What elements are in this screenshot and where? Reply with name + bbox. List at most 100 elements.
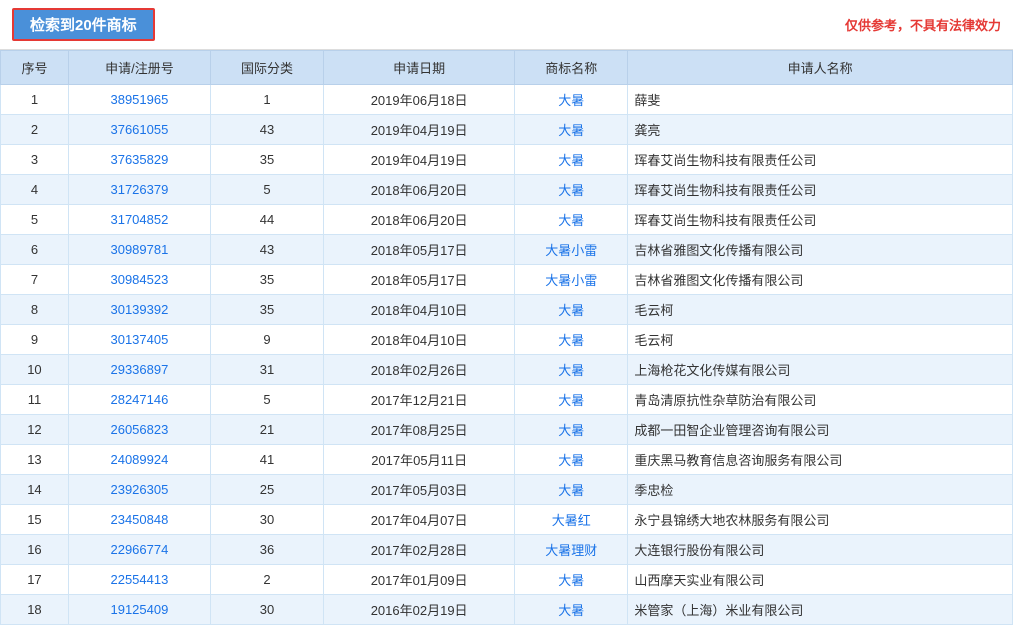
cell-tm[interactable]: 大暑 — [515, 175, 628, 205]
regno-link[interactable]: 24089924 — [110, 452, 168, 467]
cell-date: 2018年02月26日 — [324, 355, 515, 385]
cell-applicant: 上海枪花文化传媒有限公司 — [628, 355, 1013, 385]
cell-regno[interactable]: 37635829 — [68, 145, 210, 175]
cell-tm[interactable]: 大暑 — [515, 85, 628, 115]
cell-tm[interactable]: 大暑 — [515, 595, 628, 625]
cell-tm[interactable]: 大暑 — [515, 475, 628, 505]
cell-tm[interactable]: 大暑 — [515, 205, 628, 235]
regno-link[interactable]: 19125409 — [110, 602, 168, 617]
cell-applicant: 珲春艾尚生物科技有限责任公司 — [628, 145, 1013, 175]
cell-date: 2017年05月11日 — [324, 445, 515, 475]
regno-link[interactable]: 23926305 — [110, 482, 168, 497]
cell-applicant: 珲春艾尚生物科技有限责任公司 — [628, 205, 1013, 235]
cell-tm[interactable]: 大暑 — [515, 115, 628, 145]
cell-tm[interactable]: 大暑小雷 — [515, 265, 628, 295]
cell-regno[interactable]: 29336897 — [68, 355, 210, 385]
tm-link[interactable]: 大暑小雷 — [545, 243, 597, 258]
cell-cls: 31 — [210, 355, 323, 385]
tm-link[interactable]: 大暑 — [558, 573, 584, 588]
tm-link[interactable]: 大暑 — [558, 423, 584, 438]
cell-applicant: 龚亮 — [628, 115, 1013, 145]
regno-link[interactable]: 28247146 — [110, 392, 168, 407]
table-row: 1622966774362017年02月28日大暑理财大连银行股份有限公司 — [1, 535, 1013, 565]
disclaimer-text: 仅供参考，不具有法律效力 — [845, 15, 1001, 34]
cell-date: 2017年12月21日 — [324, 385, 515, 415]
regno-link[interactable]: 37635829 — [110, 152, 168, 167]
regno-link[interactable]: 31726379 — [110, 182, 168, 197]
cell-regno[interactable]: 30139392 — [68, 295, 210, 325]
regno-link[interactable]: 23450848 — [110, 512, 168, 527]
cell-regno[interactable]: 24089924 — [68, 445, 210, 475]
cell-applicant: 大连银行股份有限公司 — [628, 535, 1013, 565]
regno-link[interactable]: 30139392 — [110, 302, 168, 317]
regno-link[interactable]: 30984523 — [110, 272, 168, 287]
tm-link[interactable]: 大暑 — [558, 183, 584, 198]
tm-link[interactable]: 大暑 — [558, 363, 584, 378]
cell-regno[interactable]: 38951965 — [68, 85, 210, 115]
cell-date: 2018年04月10日 — [324, 295, 515, 325]
cell-applicant: 成都一田智企业管理咨询有限公司 — [628, 415, 1013, 445]
cell-tm[interactable]: 大暑理财 — [515, 535, 628, 565]
cell-regno[interactable]: 26056823 — [68, 415, 210, 445]
regno-link[interactable]: 30989781 — [110, 242, 168, 257]
tm-link[interactable]: 大暑红 — [552, 513, 591, 528]
cell-applicant: 薛斐 — [628, 85, 1013, 115]
regno-link[interactable]: 38951965 — [110, 92, 168, 107]
cell-regno[interactable]: 19125409 — [68, 595, 210, 625]
cell-date: 2017年04月07日 — [324, 505, 515, 535]
cell-tm[interactable]: 大暑 — [515, 355, 628, 385]
cell-seq: 1 — [1, 85, 69, 115]
cell-regno[interactable]: 30984523 — [68, 265, 210, 295]
regno-link[interactable]: 26056823 — [110, 422, 168, 437]
tm-link[interactable]: 大暑 — [558, 93, 584, 108]
regno-link[interactable]: 37661055 — [110, 122, 168, 137]
tm-link[interactable]: 大暑 — [558, 303, 584, 318]
cell-regno[interactable]: 28247146 — [68, 385, 210, 415]
cell-applicant: 重庆黑马教育信息咨询服务有限公司 — [628, 445, 1013, 475]
cell-regno[interactable]: 30989781 — [68, 235, 210, 265]
cell-cls: 30 — [210, 505, 323, 535]
cell-regno[interactable]: 23926305 — [68, 475, 210, 505]
table-row: 112824714652017年12月21日大暑青岛清原抗性杂草防治有限公司 — [1, 385, 1013, 415]
cell-tm[interactable]: 大暑 — [515, 415, 628, 445]
cell-date: 2019年06月18日 — [324, 85, 515, 115]
table-row: 337635829352019年04月19日大暑珲春艾尚生物科技有限责任公司 — [1, 145, 1013, 175]
cell-tm[interactable]: 大暑 — [515, 145, 628, 175]
cell-tm[interactable]: 大暑 — [515, 385, 628, 415]
tm-link[interactable]: 大暑 — [558, 123, 584, 138]
cell-tm[interactable]: 大暑 — [515, 445, 628, 475]
tm-link[interactable]: 大暑 — [558, 483, 584, 498]
trademark-table: 序号 申请/注册号 国际分类 申请日期 商标名称 申请人名称 138951965… — [0, 50, 1013, 625]
tm-link[interactable]: 大暑 — [558, 213, 584, 228]
cell-regno[interactable]: 31704852 — [68, 205, 210, 235]
cell-tm[interactable]: 大暑小雷 — [515, 235, 628, 265]
cell-cls: 35 — [210, 265, 323, 295]
tm-link[interactable]: 大暑小雷 — [545, 273, 597, 288]
tm-link[interactable]: 大暑 — [558, 153, 584, 168]
cell-tm[interactable]: 大暑红 — [515, 505, 628, 535]
cell-date: 2017年08月25日 — [324, 415, 515, 445]
tm-link[interactable]: 大暑 — [558, 603, 584, 618]
cell-date: 2016年02月19日 — [324, 595, 515, 625]
tm-link[interactable]: 大暑 — [558, 333, 584, 348]
cell-seq: 2 — [1, 115, 69, 145]
cell-regno[interactable]: 37661055 — [68, 115, 210, 145]
tm-link[interactable]: 大暑 — [558, 453, 584, 468]
cell-tm[interactable]: 大暑 — [515, 325, 628, 355]
cell-regno[interactable]: 30137405 — [68, 325, 210, 355]
cell-seq: 9 — [1, 325, 69, 355]
cell-regno[interactable]: 23450848 — [68, 505, 210, 535]
cell-regno[interactable]: 22966774 — [68, 535, 210, 565]
tm-link[interactable]: 大暑 — [558, 393, 584, 408]
tm-link[interactable]: 大暑理财 — [545, 543, 597, 558]
regno-link[interactable]: 30137405 — [110, 332, 168, 347]
table-row: 1226056823212017年08月25日大暑成都一田智企业管理咨询有限公司 — [1, 415, 1013, 445]
regno-link[interactable]: 29336897 — [110, 362, 168, 377]
regno-link[interactable]: 22966774 — [110, 542, 168, 557]
cell-date: 2018年05月17日 — [324, 265, 515, 295]
cell-tm[interactable]: 大暑 — [515, 295, 628, 325]
cell-regno[interactable]: 31726379 — [68, 175, 210, 205]
table-row: 830139392352018年04月10日大暑毛云柯 — [1, 295, 1013, 325]
regno-link[interactable]: 31704852 — [110, 212, 168, 227]
search-result-label: 检索到20件商标 — [12, 8, 155, 41]
